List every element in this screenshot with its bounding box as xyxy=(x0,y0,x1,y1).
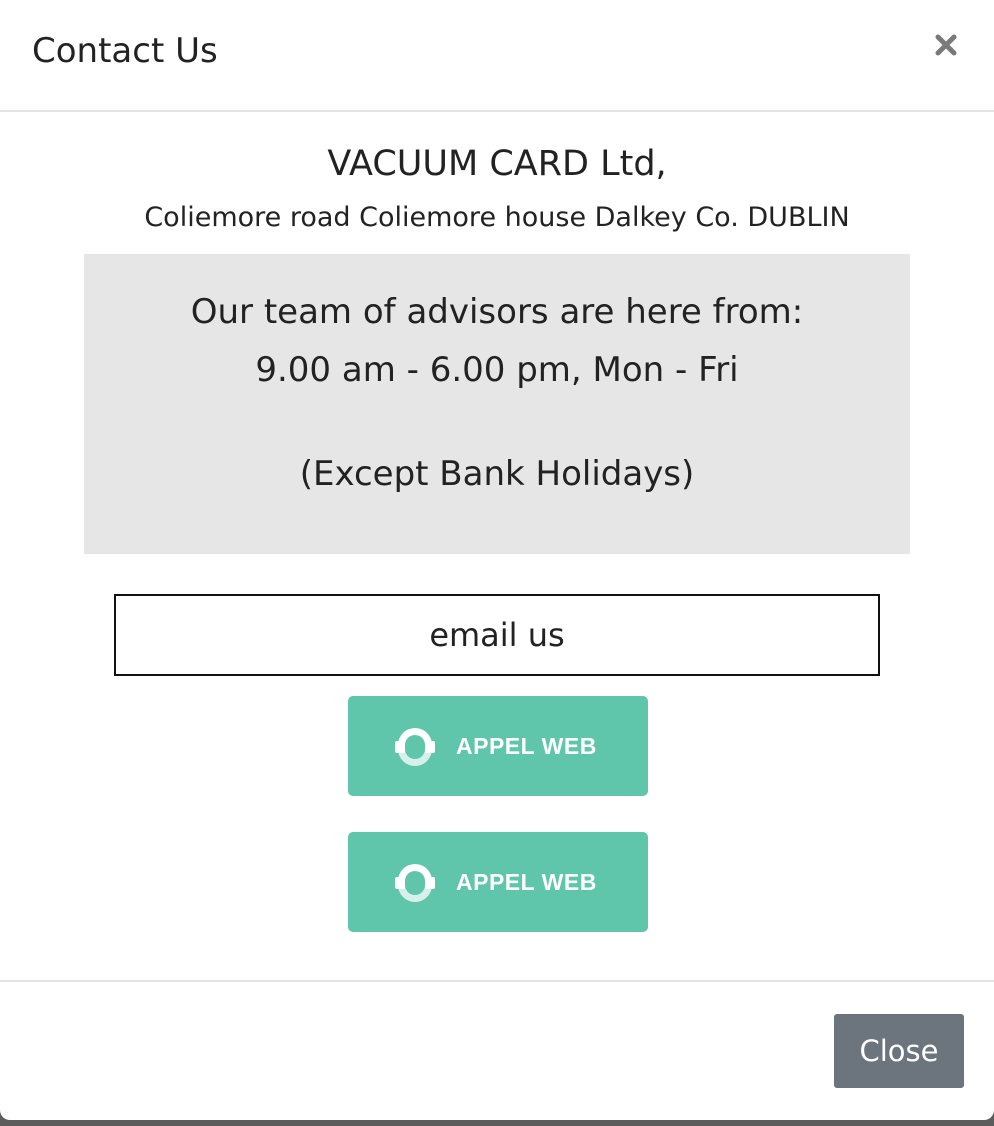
modal-title: Contact Us xyxy=(32,31,218,71)
appel-web-button[interactable]: APPEL WEB xyxy=(348,696,648,796)
hours-times: 9.00 am - 6.00 pm, Mon - Fri xyxy=(255,350,739,390)
opening-hours-box: Our team of advisors are here from: 9.00… xyxy=(84,254,910,554)
phone-call-icon xyxy=(395,864,435,902)
modal-footer: Close xyxy=(0,980,994,1120)
appel-web-label: APPEL WEB xyxy=(456,733,597,759)
close-x-button[interactable] xyxy=(930,26,962,62)
company-name: VACUUM CARD Ltd, xyxy=(327,144,667,184)
modal-header: Contact Us xyxy=(0,0,994,112)
phone-call-icon xyxy=(395,728,435,766)
appel-web-label: APPEL WEB xyxy=(456,869,597,895)
close-x-icon xyxy=(935,34,957,56)
hours-exception: (Except Bank Holidays) xyxy=(299,454,695,494)
hours-intro: Our team of advisors are here from: xyxy=(190,292,804,332)
modal-body: VACUUM CARD Ltd, Coliemore road Coliemor… xyxy=(0,112,994,980)
company-address: Coliemore road Coliemore house Dalkey Co… xyxy=(144,202,850,233)
email-us-button[interactable]: email us xyxy=(114,594,880,676)
appel-web-button[interactable]: APPEL WEB xyxy=(348,832,648,932)
close-button[interactable]: Close xyxy=(834,1014,964,1088)
contact-modal: Contact Us VACUUM CARD Ltd, Coliemore ro… xyxy=(0,0,994,1120)
